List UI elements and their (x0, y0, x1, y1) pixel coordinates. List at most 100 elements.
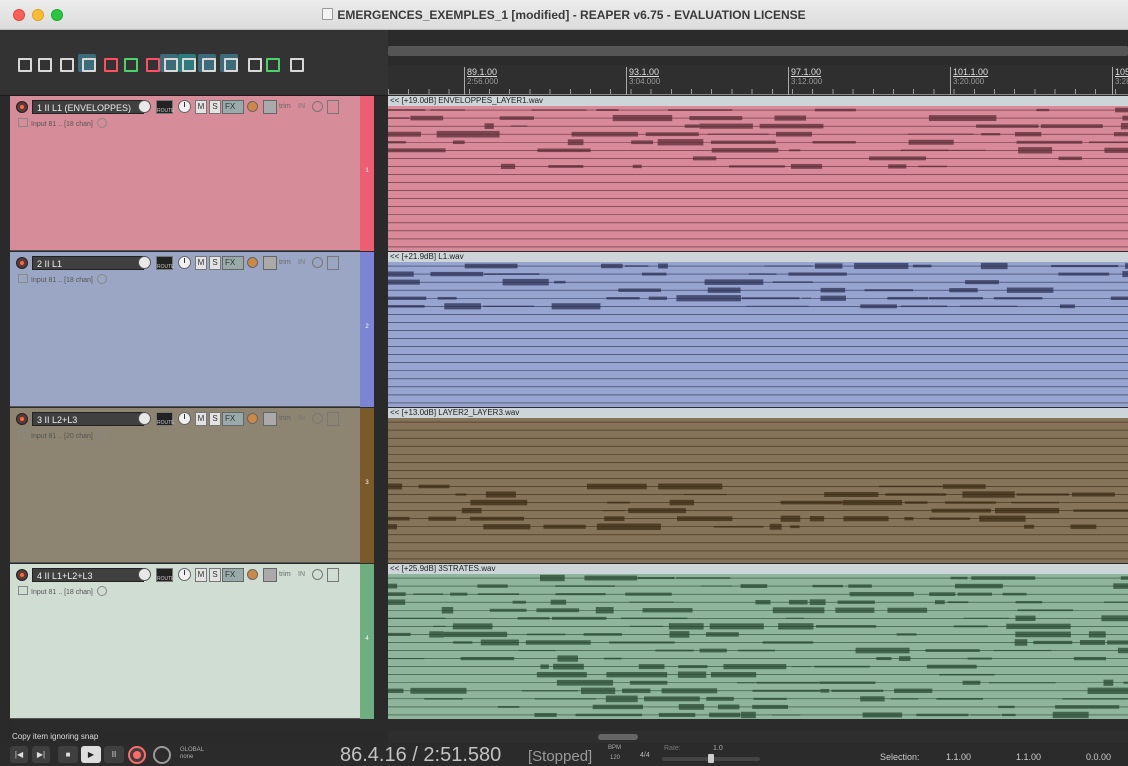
record-arm-button[interactable] (16, 413, 28, 425)
time-signature[interactable]: 4/4 (640, 752, 650, 759)
pan-knob[interactable] (178, 412, 191, 425)
pause-button[interactable]: II (104, 746, 124, 763)
volume-knob[interactable] (138, 412, 151, 425)
playrate-slider[interactable] (662, 754, 760, 763)
record-arm-button[interactable] (16, 257, 28, 269)
lock-icon[interactable] (286, 54, 304, 72)
track-number-strip[interactable]: 4 (360, 564, 374, 719)
horizontal-scrollbar-thumb[interactable] (598, 734, 638, 740)
input-dropdown-icon[interactable] (312, 569, 323, 580)
record-arm-button[interactable] (16, 101, 28, 113)
project-settings-icon[interactable] (78, 54, 96, 72)
automation-mode-button[interactable]: trim (279, 412, 295, 426)
input-monitor-button[interactable]: IN (298, 256, 310, 270)
input-monitor-button[interactable]: IN (298, 412, 310, 426)
track-header[interactable]: 3 II L2+L3 ROUTE M S FX trim IN Input 81… (10, 408, 360, 563)
playrate-slider-thumb[interactable] (708, 754, 714, 763)
selection-length[interactable]: 0.0.00 (1086, 752, 1111, 762)
track-lane[interactable]: << [+25.9dB] 3STRATES.wav (388, 564, 1128, 719)
selection-start[interactable]: 1.1.00 (946, 752, 971, 762)
input-dropdown-icon[interactable] (312, 413, 323, 424)
record-input-selector[interactable]: Input 81 .. [20 chan] (18, 430, 107, 442)
track-lane[interactable]: << [+19.0dB] ENVELOPPES_LAYER1.wav (388, 96, 1128, 251)
input-monitor-button[interactable]: IN (298, 100, 310, 114)
volume-knob[interactable] (138, 568, 151, 581)
automation-mode-button[interactable]: trim (279, 256, 295, 270)
timeline-top-scrollbar[interactable] (388, 46, 1128, 56)
selection-end[interactable]: 1.1.00 (1016, 752, 1041, 762)
open-project-icon[interactable] (34, 54, 52, 72)
mute-button[interactable]: M (195, 100, 207, 114)
route-button[interactable]: ROUTE (156, 256, 175, 270)
go-to-end-button[interactable]: ▶| (32, 746, 50, 763)
track-lane[interactable]: << [+13.0dB] LAYER2_LAYER3.wav (388, 408, 1128, 563)
global-automation-button[interactable]: GLOBAL none (180, 747, 204, 761)
automation-mode-button[interactable]: trim (279, 568, 295, 582)
pan-knob[interactable] (178, 256, 191, 269)
io-routing-icon[interactable] (327, 256, 339, 270)
track-name[interactable]: 3 II L2+L3 (32, 412, 144, 426)
media-item-label[interactable]: << [+21.9dB] L1.wav (388, 252, 1128, 262)
media-item-waveform[interactable] (388, 262, 1128, 407)
input-dropdown-icon[interactable] (312, 101, 323, 112)
fx-bypass-icon[interactable] (247, 569, 258, 580)
input-dropdown-icon[interactable] (312, 257, 323, 268)
io-routing-icon[interactable] (327, 568, 339, 582)
record-input-selector[interactable]: Input 81 .. [18 chan] (18, 118, 107, 130)
media-item-waveform[interactable] (388, 418, 1128, 563)
fx-bypass-icon[interactable] (247, 257, 258, 268)
solo-button[interactable]: S (209, 256, 221, 270)
record-arm-button[interactable] (16, 569, 28, 581)
media-item-waveform[interactable] (388, 106, 1128, 251)
solo-button[interactable]: S (209, 568, 221, 582)
timeline-ruler[interactable]: 89.1.00 2:56.000 93.1.00 3:04.000 97.1.00 3… (388, 65, 1128, 95)
track-name[interactable]: 1 II L1 (ENVELOPPES) (32, 100, 144, 114)
volume-knob[interactable] (138, 256, 151, 269)
track-number-strip[interactable]: 1 (360, 96, 374, 251)
redo-icon[interactable] (120, 54, 138, 72)
snap-toggle-icon[interactable] (262, 54, 280, 72)
track-lane[interactable]: << [+21.9dB] L1.wav (388, 252, 1128, 407)
media-item-label[interactable]: << [+13.0dB] LAYER2_LAYER3.wav (388, 408, 1128, 418)
record-input-selector[interactable]: Input 81 .. [18 chan] (18, 586, 107, 598)
new-project-icon[interactable] (14, 54, 32, 72)
volume-knob[interactable] (138, 100, 151, 113)
pan-knob[interactable] (178, 568, 191, 581)
mute-button[interactable]: M (195, 568, 207, 582)
record-input-selector[interactable]: Input 81 .. [18 chan] (18, 274, 107, 286)
fx-bypass-icon[interactable] (247, 413, 258, 424)
repeat-toggle-button[interactable] (153, 746, 171, 764)
ripple-edit-icon[interactable] (178, 54, 196, 72)
mute-button[interactable]: M (195, 256, 207, 270)
envelope-icon[interactable] (263, 412, 277, 426)
fx-button[interactable]: FX (222, 412, 244, 426)
fx-button[interactable]: FX (222, 568, 244, 582)
envelope-icon[interactable] (263, 568, 277, 582)
envelope-icon[interactable] (263, 100, 277, 114)
save-project-icon[interactable] (56, 54, 74, 72)
track-name[interactable]: 4 II L1+L2+L3 (32, 568, 144, 582)
fx-bypass-icon[interactable] (247, 101, 258, 112)
bpm-value[interactable]: 120 (610, 755, 620, 761)
track-number-strip[interactable]: 3 (360, 408, 374, 563)
fx-button[interactable]: FX (222, 256, 244, 270)
media-item-waveform[interactable] (388, 574, 1128, 719)
io-routing-icon[interactable] (327, 100, 339, 114)
track-number-strip[interactable]: 2 (360, 252, 374, 407)
metronome-icon[interactable] (142, 54, 160, 72)
play-button[interactable]: ▶ (81, 746, 101, 763)
automation-mode-button[interactable]: trim (279, 100, 295, 114)
input-monitor-button[interactable]: IN (298, 568, 310, 582)
pan-knob[interactable] (178, 100, 191, 113)
track-header[interactable]: 1 II L1 (ENVELOPPES) ROUTE M S FX trim I… (10, 96, 360, 251)
fx-button[interactable]: FX (222, 100, 244, 114)
undo-icon[interactable] (100, 54, 118, 72)
route-button[interactable]: ROUTE (156, 568, 175, 582)
go-to-start-button[interactable]: |◀ (10, 746, 28, 763)
envelope-icon[interactable] (263, 256, 277, 270)
snap-icon[interactable] (160, 54, 178, 72)
track-name[interactable]: 2 II L1 (32, 256, 144, 270)
track-header[interactable]: 2 II L1 ROUTE M S FX trim IN Input 81 ..… (10, 252, 360, 407)
envelope-lock-icon[interactable] (220, 54, 238, 72)
solo-button[interactable]: S (209, 412, 221, 426)
